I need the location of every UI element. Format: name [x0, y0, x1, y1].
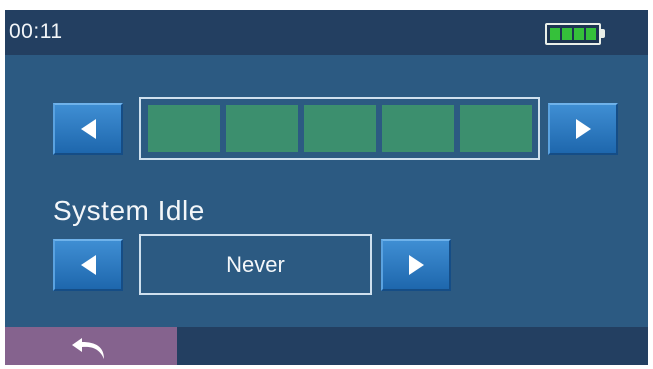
battery-cell — [586, 28, 596, 40]
arrow-right-icon — [408, 255, 424, 275]
back-return-icon — [72, 338, 104, 359]
arrow-left-icon — [80, 255, 96, 275]
level-decrease-button[interactable] — [53, 103, 123, 155]
battery-cell — [562, 28, 572, 40]
battery-cell — [550, 28, 560, 40]
level-increase-button[interactable] — [548, 103, 618, 155]
level-segment — [148, 105, 220, 152]
bottom-bar — [5, 327, 648, 365]
level-segment — [460, 105, 532, 152]
idle-decrease-button[interactable] — [53, 239, 123, 291]
arrow-left-icon — [80, 119, 96, 139]
level-bar[interactable] — [139, 97, 540, 160]
level-segment — [226, 105, 298, 152]
level-segment — [304, 105, 376, 152]
system-idle-label: System Idle — [53, 195, 205, 226]
idle-value-display: Never — [139, 234, 372, 295]
device-screen: 00:11 System Idle Never — [5, 10, 648, 365]
idle-increase-button[interactable] — [381, 239, 451, 291]
idle-value: Never — [226, 251, 285, 277]
battery-full-icon — [545, 23, 607, 45]
arrow-right-icon — [575, 119, 591, 139]
battery-cell — [574, 28, 584, 40]
status-bar: 00:11 — [5, 10, 648, 55]
level-segment — [382, 105, 454, 152]
back-button[interactable] — [5, 327, 177, 365]
clock-time: 00:11 — [9, 20, 63, 43]
